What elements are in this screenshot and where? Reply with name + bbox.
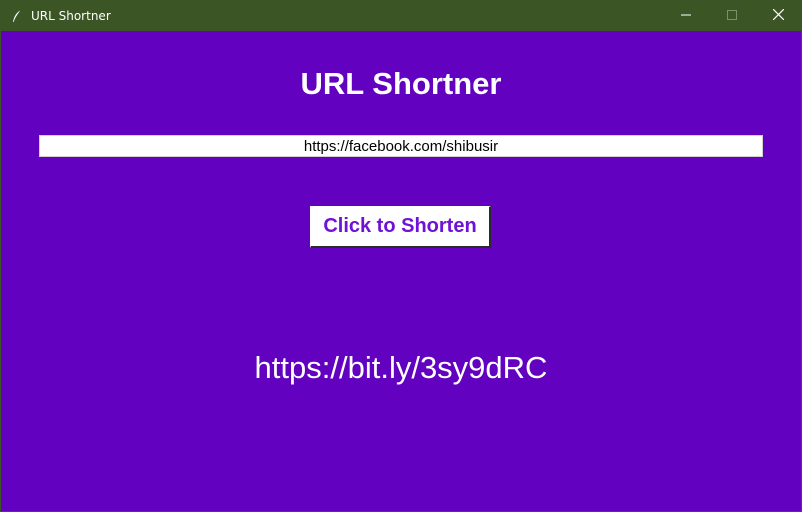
shorten-button[interactable]: Click to Shorten	[310, 206, 491, 248]
main-content: URL Shortner Click to Shorten https://bi…	[1, 31, 801, 511]
title-bar[interactable]: URL Shortner	[1, 1, 801, 31]
minimize-icon	[681, 7, 691, 25]
close-icon	[772, 7, 784, 25]
shortened-url-result: https://bit.ly/3sy9dRC	[254, 350, 548, 385]
maximize-icon	[727, 7, 737, 25]
close-button[interactable]	[755, 1, 801, 31]
feather-icon	[9, 8, 25, 24]
app-window: URL Shortner URL Shortner https://facebo…	[0, 0, 802, 512]
url-input[interactable]	[39, 135, 763, 157]
window-title: URL Shortner	[31, 9, 111, 23]
maximize-button[interactable]	[709, 1, 755, 31]
page-title: URL Shortner	[300, 66, 502, 101]
minimize-button[interactable]	[663, 1, 709, 31]
